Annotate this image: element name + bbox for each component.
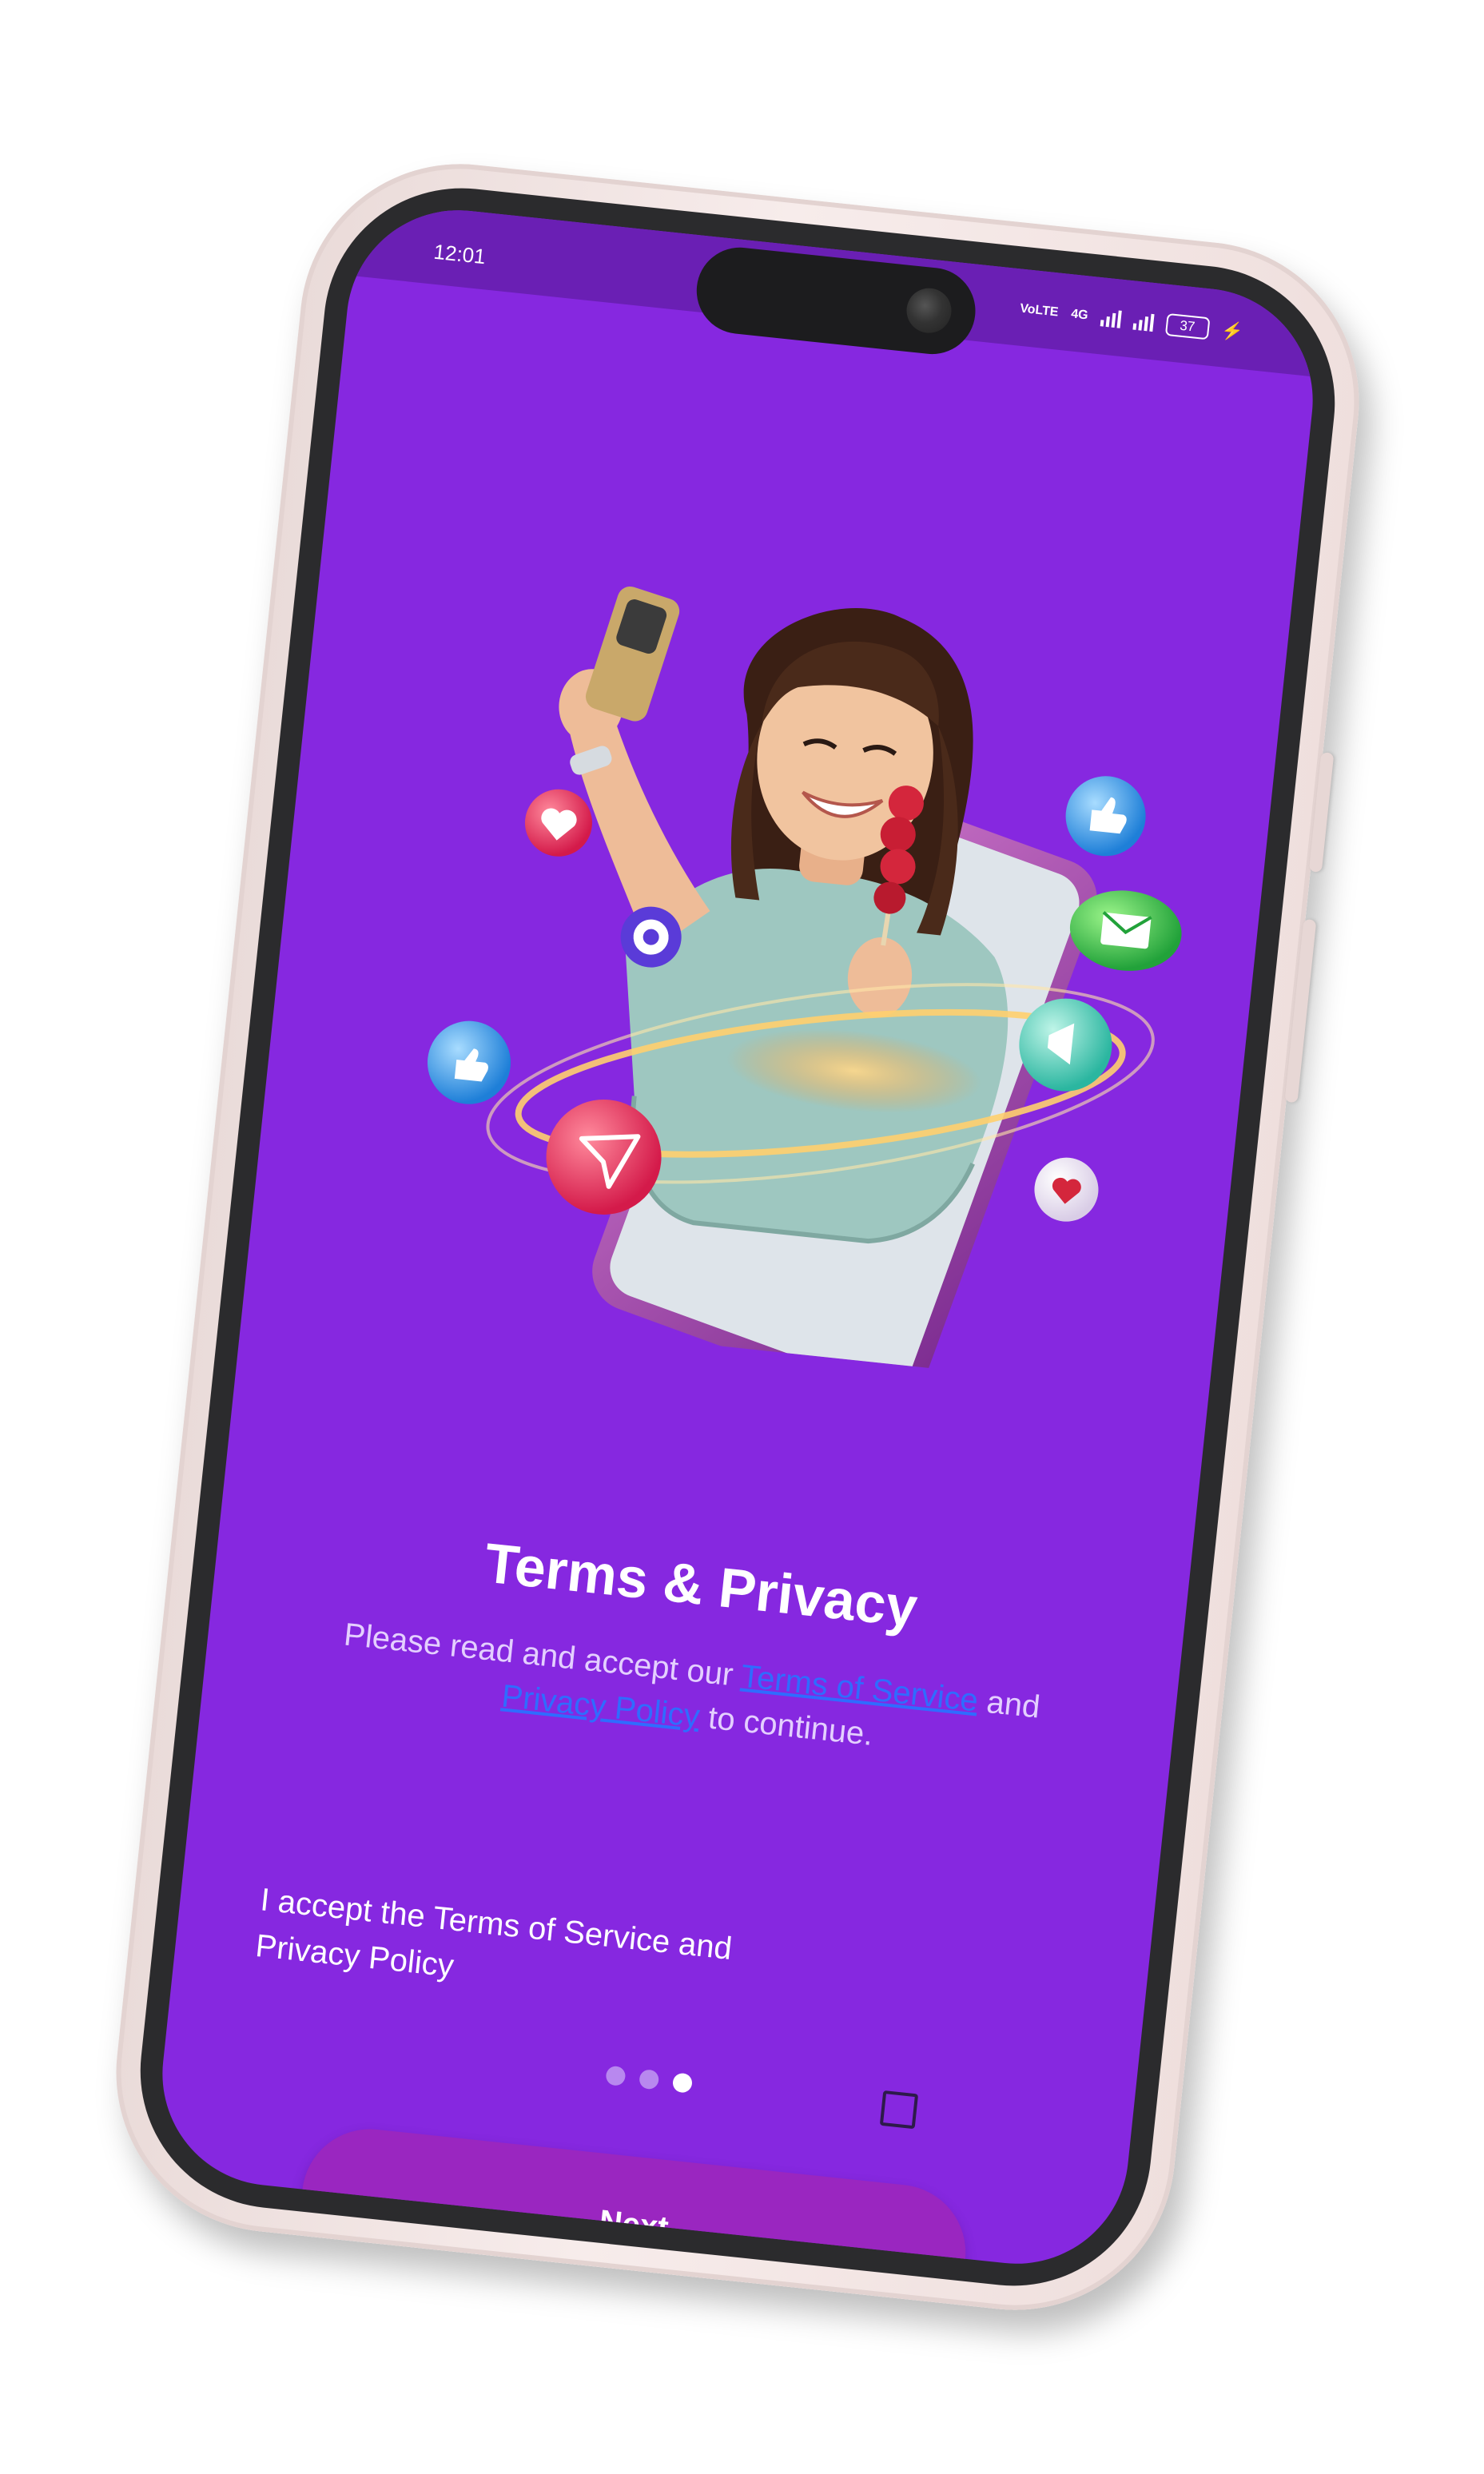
consent-checkbox[interactable] [879,2090,919,2130]
page-indicator [165,2019,1132,2140]
charging-icon: ⚡ [1220,320,1245,342]
heart-bubble-icon [524,789,592,857]
terms-content: Terms & Privacy Please read and accept o… [202,1502,1187,1788]
hero-illustration [347,448,1263,1394]
page-dot-1[interactable] [605,2065,627,2086]
heart-orb-icon [1034,1157,1099,1222]
page-dot-2[interactable] [639,2069,660,2090]
status-time: 12:01 [432,239,487,269]
volte-icon: VoLTE [1019,301,1060,320]
status-icons: VoLTE 4G 37 ⚡ [1019,298,1244,344]
signal-icon-2 [1132,312,1155,332]
battery-icon: 37 [1164,312,1211,340]
page-dot-3[interactable] [671,2072,694,2094]
description-and: and [976,1683,1042,1725]
phone-screen: 12:01 VoLTE 4G 37 ⚡ Terms & Privacy Plea… [151,199,1324,2275]
thumbs-up-bubble-icon [1065,776,1146,857]
signal-icon [1100,308,1122,328]
like-bubble-icon [427,1020,511,1104]
dynamic-island [692,243,980,359]
network-type-label: 4G [1070,307,1089,323]
front-camera-icon [904,285,954,336]
consent-label: I accept the Terms of Service and Privac… [253,1882,734,1984]
phone-device: 12:01 VoLTE 4G 37 ⚡ Terms & Privacy Plea… [100,148,1375,2326]
description-suffix: to continue. [698,1699,875,1752]
privacy-policy-link[interactable]: Privacy Policy [500,1678,702,1734]
